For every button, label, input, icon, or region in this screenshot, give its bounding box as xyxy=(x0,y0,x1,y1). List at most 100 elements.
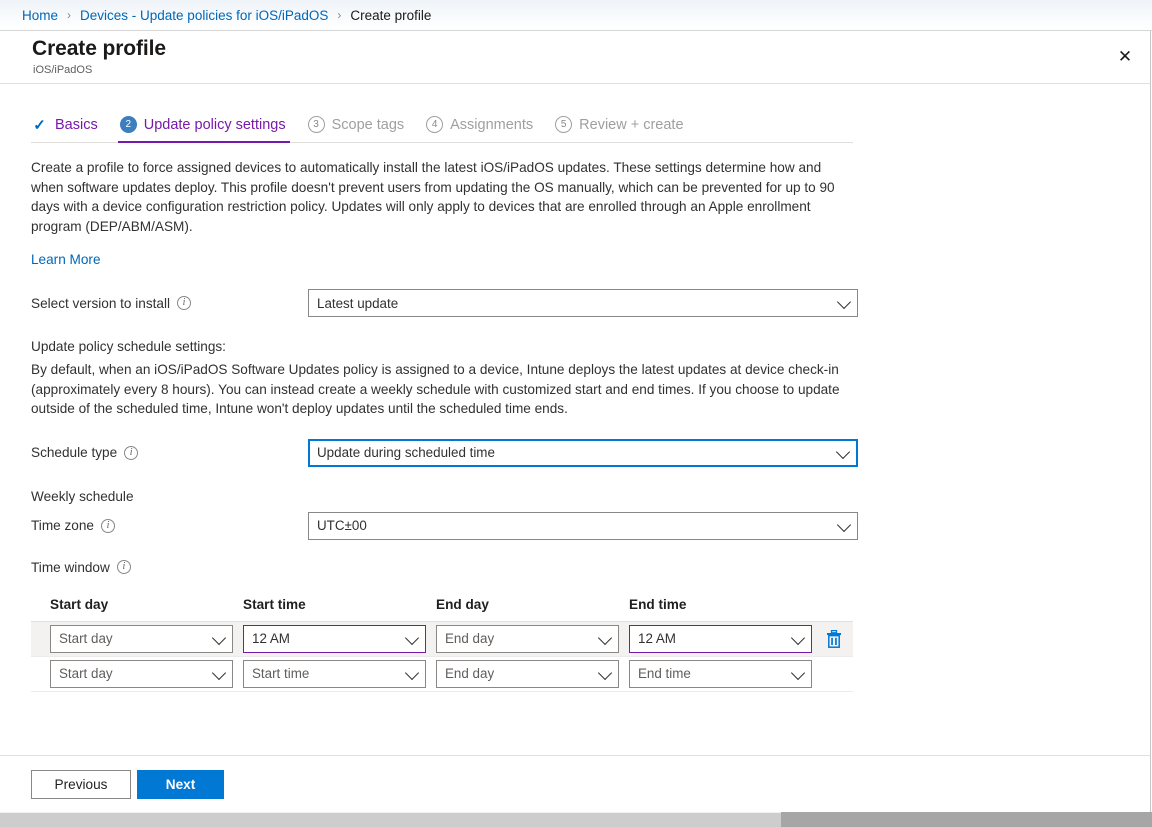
tab-basics-label: Basics xyxy=(55,116,98,133)
chevron-down-icon xyxy=(836,294,852,310)
schedule-type-row: Schedule type i Update during scheduled … xyxy=(31,438,871,467)
select-version-row: Select version to install i Latest updat… xyxy=(31,289,871,317)
cell-end-time: End time xyxy=(629,659,822,688)
tab-review-create[interactable]: 5 Review + create xyxy=(545,116,695,142)
schedule-type-label-group: Schedule type i xyxy=(31,445,308,460)
info-icon[interactable]: i xyxy=(100,518,115,533)
trash-icon[interactable] xyxy=(826,629,842,648)
end-time-value: End time xyxy=(638,666,691,681)
chevron-down-icon xyxy=(790,665,806,680)
start-time-dropdown[interactable]: Start time xyxy=(243,659,426,688)
breadcrumb-item-create-profile: Create profile xyxy=(350,7,432,23)
learn-more-link[interactable]: Learn More xyxy=(31,252,101,267)
wizard-tabs: ✓ Basics 2 Update policy settings 3 Scop… xyxy=(31,107,853,143)
breadcrumb-item-home[interactable]: Home xyxy=(22,8,58,23)
breadcrumb-separator-icon: › xyxy=(67,8,72,22)
end-time-dropdown[interactable]: 12 AM xyxy=(629,624,812,653)
start-day-dropdown[interactable]: Start day xyxy=(50,659,233,688)
breadcrumb: Home › Devices - Update policies for iOS… xyxy=(0,0,1152,31)
table-row: Start day Start time End day End time xyxy=(31,657,853,692)
column-header-start-time: Start time xyxy=(243,596,306,612)
time-window-label-group: Time window i xyxy=(31,560,308,575)
time-zone-label-group: Time zone i xyxy=(31,518,308,533)
cell-start-day: Start day xyxy=(50,659,243,688)
intro-paragraph: Create a profile to force assigned devic… xyxy=(31,160,835,234)
column-header-start-day: Start day xyxy=(50,596,109,612)
end-day-value: End day xyxy=(445,631,495,646)
tab-update-policy-settings-label: Update policy settings xyxy=(143,116,286,133)
chevron-down-icon xyxy=(835,444,851,459)
time-zone-label: Time zone xyxy=(31,518,94,533)
tab-assignments[interactable]: 4 Assignments xyxy=(416,116,545,142)
schedule-type-label: Schedule type xyxy=(31,445,118,460)
next-button[interactable]: Next xyxy=(137,770,224,799)
end-day-value: End day xyxy=(445,666,495,681)
schedule-type-value: Update during scheduled time xyxy=(317,445,495,460)
previous-button[interactable]: Previous xyxy=(31,770,131,799)
chevron-down-icon xyxy=(597,630,613,645)
time-window-label: Time window xyxy=(31,559,110,575)
chevron-down-icon xyxy=(404,665,420,680)
tab-scope-tags-label: Scope tags xyxy=(331,116,405,133)
weekly-schedule-heading: Weekly schedule xyxy=(31,488,134,504)
horizontal-scrollbar[interactable] xyxy=(0,812,1152,827)
end-time-value: 12 AM xyxy=(638,631,676,646)
time-zone-value: UTC±00 xyxy=(317,518,367,533)
column-header-end-time: End time xyxy=(629,596,687,612)
breadcrumb-separator-icon: › xyxy=(337,8,342,22)
info-icon[interactable]: i xyxy=(116,560,131,574)
step-number-badge: 2 xyxy=(119,116,137,133)
start-time-value: Start time xyxy=(252,666,310,681)
close-icon[interactable]: ✕ xyxy=(1108,39,1142,73)
start-time-value: 12 AM xyxy=(252,631,290,646)
blade-body: ✓ Basics 2 Update policy settings 3 Scop… xyxy=(0,84,1151,755)
time-window-row: Time window i xyxy=(31,560,871,575)
start-time-dropdown[interactable]: 12 AM xyxy=(243,624,426,653)
horizontal-scrollbar-thumb[interactable] xyxy=(0,812,781,827)
schedule-type-dropdown[interactable]: Update during scheduled time xyxy=(308,438,858,467)
table-row: Start day 12 AM End day 12 AM xyxy=(31,621,853,657)
info-icon[interactable]: i xyxy=(177,296,192,310)
wizard-footer: Previous Next xyxy=(0,755,1151,813)
table-header-row: Start day Start time End day End time xyxy=(31,597,853,622)
time-zone-row: Time zone i UTC±00 xyxy=(31,511,871,540)
column-header-end-day: End day xyxy=(436,596,489,612)
step-number-badge: 4 xyxy=(426,116,444,133)
cell-end-time: 12 AM xyxy=(629,624,822,653)
tab-review-create-label: Review + create xyxy=(579,116,684,133)
select-version-label-group: Select version to install i xyxy=(31,296,308,311)
breadcrumb-item-devices[interactable]: Devices - Update policies for iOS/iPadOS xyxy=(80,8,328,23)
end-day-dropdown[interactable]: End day xyxy=(436,624,619,653)
start-day-dropdown[interactable]: Start day xyxy=(50,624,233,653)
chevron-down-icon xyxy=(790,630,806,645)
tab-update-policy-settings[interactable]: 2 Update policy settings xyxy=(110,116,298,143)
step-number-badge: 3 xyxy=(307,116,325,133)
end-day-dropdown[interactable]: End day xyxy=(436,659,619,688)
cell-start-time: 12 AM xyxy=(243,624,436,653)
cell-start-day: Start day xyxy=(50,624,243,653)
cell-end-day: End day xyxy=(436,659,629,688)
blade-header: Create profile iOS/iPadOS ✕ xyxy=(0,31,1151,84)
settings-form: Create a profile to force assigned devic… xyxy=(31,158,871,692)
tab-basics[interactable]: ✓ Basics xyxy=(31,116,110,142)
select-version-value: Latest update xyxy=(317,295,399,311)
step-number-badge: 5 xyxy=(555,116,573,133)
chevron-down-icon xyxy=(211,665,227,680)
time-zone-dropdown[interactable]: UTC±00 xyxy=(308,511,858,540)
select-version-dropdown[interactable]: Latest update xyxy=(308,289,858,317)
time-window-table: Start day Start time End day End time St… xyxy=(31,597,853,692)
tab-assignments-label: Assignments xyxy=(450,116,534,133)
start-day-value: Start day xyxy=(59,631,113,646)
schedule-paragraph: By default, when an iOS/iPadOS Software … xyxy=(31,362,840,416)
chevron-down-icon xyxy=(836,517,852,532)
check-icon: ✓ xyxy=(33,116,46,134)
end-time-dropdown[interactable]: End time xyxy=(629,659,812,688)
chevron-down-icon xyxy=(597,665,613,680)
cell-start-time: Start time xyxy=(243,659,436,688)
select-version-label: Select version to install xyxy=(31,295,171,311)
create-profile-page: Home › Devices - Update policies for iOS… xyxy=(0,0,1152,827)
info-icon[interactable]: i xyxy=(124,445,139,460)
chevron-down-icon xyxy=(211,630,227,645)
tab-scope-tags[interactable]: 3 Scope tags xyxy=(298,116,417,142)
cell-end-day: End day xyxy=(436,624,629,653)
